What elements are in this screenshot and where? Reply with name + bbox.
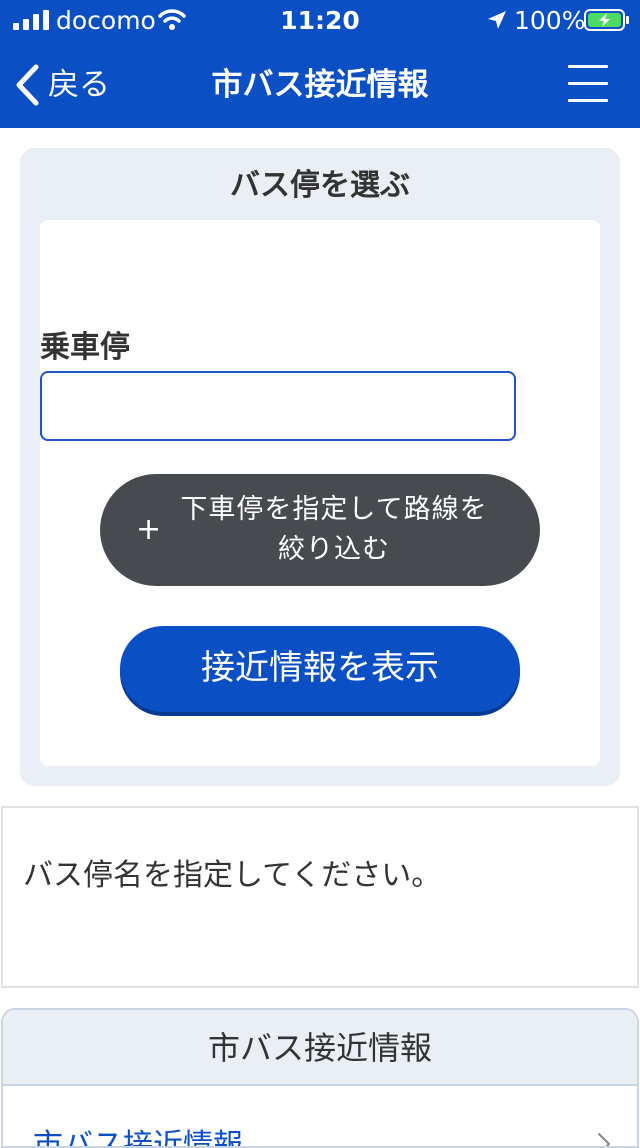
back-label: 戻る xyxy=(48,67,110,103)
show-approach-info-button[interactable]: 接近情報を表示 xyxy=(120,626,520,712)
links-section-header: 市バス接近情報 xyxy=(3,1010,637,1086)
menu-line xyxy=(568,99,608,102)
plus-icon: + xyxy=(136,512,162,547)
battery-percent: 100% xyxy=(514,6,586,35)
status-bar: docomo 11:20 100% xyxy=(0,0,640,42)
filter-button-label: 下車停を指定して路線を 絞り込む xyxy=(174,490,494,570)
filter-by-alighting-stop-button[interactable]: + 下車停を指定して路線を 絞り込む xyxy=(100,474,540,586)
boarding-stop-label: 乗車停 xyxy=(40,330,130,365)
instruction-message: バス停名を指定してください。 xyxy=(23,858,442,893)
navigation-bar: 戻る 市バス接近情報 xyxy=(0,42,640,128)
filter-button-label-line1: 下車停を指定して路線を xyxy=(180,494,488,525)
back-button[interactable]: 戻る xyxy=(14,62,110,108)
boarding-stop-input[interactable] xyxy=(40,371,516,441)
bus-stop-select-panel: バス停を選ぶ 乗車停 + 下車停を指定して路線を 絞り込む 接近情報を表示 xyxy=(20,148,620,786)
message-box: バス停名を指定してください。 xyxy=(1,806,639,988)
filter-button-label-line2: 絞り込む xyxy=(278,534,390,565)
related-links-section: 市バス接近情報 市バス接近情報 xyxy=(1,1008,639,1148)
panel-form: 乗車停 + 下車停を指定して路線を 絞り込む 接近情報を表示 xyxy=(40,220,600,766)
chevron-left-icon xyxy=(16,64,39,106)
chevron-right-icon xyxy=(598,1133,610,1146)
app-header: docomo 11:20 100% 戻る 市バス接近情報 xyxy=(0,0,640,128)
panel-title: バス停を選ぶ xyxy=(230,168,410,203)
battery-charging-icon xyxy=(584,9,629,31)
hamburger-menu-button[interactable] xyxy=(566,62,610,106)
menu-line xyxy=(568,65,608,68)
link-label: 市バス接近情報 xyxy=(33,1128,243,1148)
menu-line xyxy=(568,82,608,85)
location-arrow-icon xyxy=(488,11,506,29)
list-item-bus-approach-info[interactable]: 市バス接近情報 xyxy=(3,1088,637,1148)
